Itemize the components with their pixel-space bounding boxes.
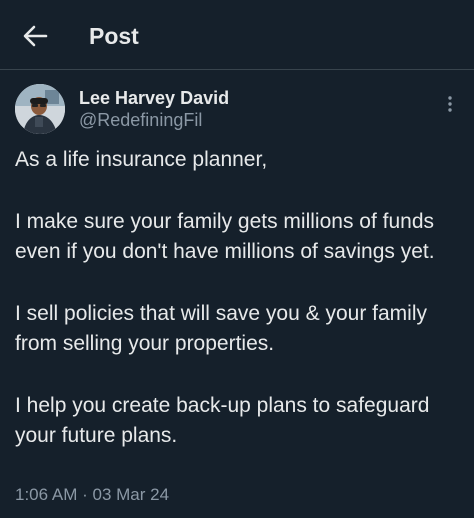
post-paragraph: I help you create back-up plans to safeg…: [15, 394, 430, 447]
post-text: As a life insurance planner, I make sure…: [15, 145, 460, 451]
post-paragraph: As a life insurance planner,: [15, 148, 268, 171]
arrow-left-icon: [23, 25, 48, 47]
profile-photo: [15, 84, 65, 134]
meta-separator: ·: [82, 485, 88, 504]
back-button[interactable]: [18, 19, 52, 53]
post-paragraph: I sell policies that will save you & you…: [15, 302, 427, 355]
post-date: 03 Mar 24: [92, 485, 170, 504]
author-handle[interactable]: @RedefiningFil: [79, 108, 202, 132]
more-options-button[interactable]: [440, 92, 460, 116]
page-title: Post: [89, 23, 139, 49]
post-time: 1:06 AM: [15, 485, 78, 504]
avatar[interactable]: [15, 84, 65, 134]
more-vertical-icon: [448, 96, 452, 112]
post-timestamp[interactable]: 1:06 AM · 03 Mar 24: [15, 483, 169, 507]
post-paragraph: I make sure your family gets millions of…: [15, 210, 435, 263]
author-name[interactable]: Lee Harvey David: [79, 86, 229, 110]
top-app-bar: Post: [0, 0, 474, 70]
